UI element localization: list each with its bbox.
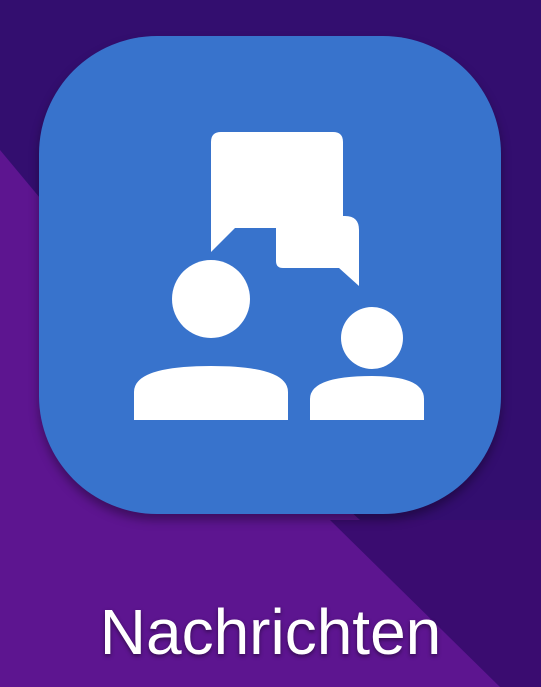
app-shortcut-nachrichten[interactable]: Nachrichten <box>0 0 541 687</box>
chat-people-icon <box>134 132 424 420</box>
app-icon[interactable] <box>39 36 501 514</box>
app-label[interactable]: Nachrichten <box>0 592 541 672</box>
home-screen: Nachrichten <box>0 0 541 687</box>
